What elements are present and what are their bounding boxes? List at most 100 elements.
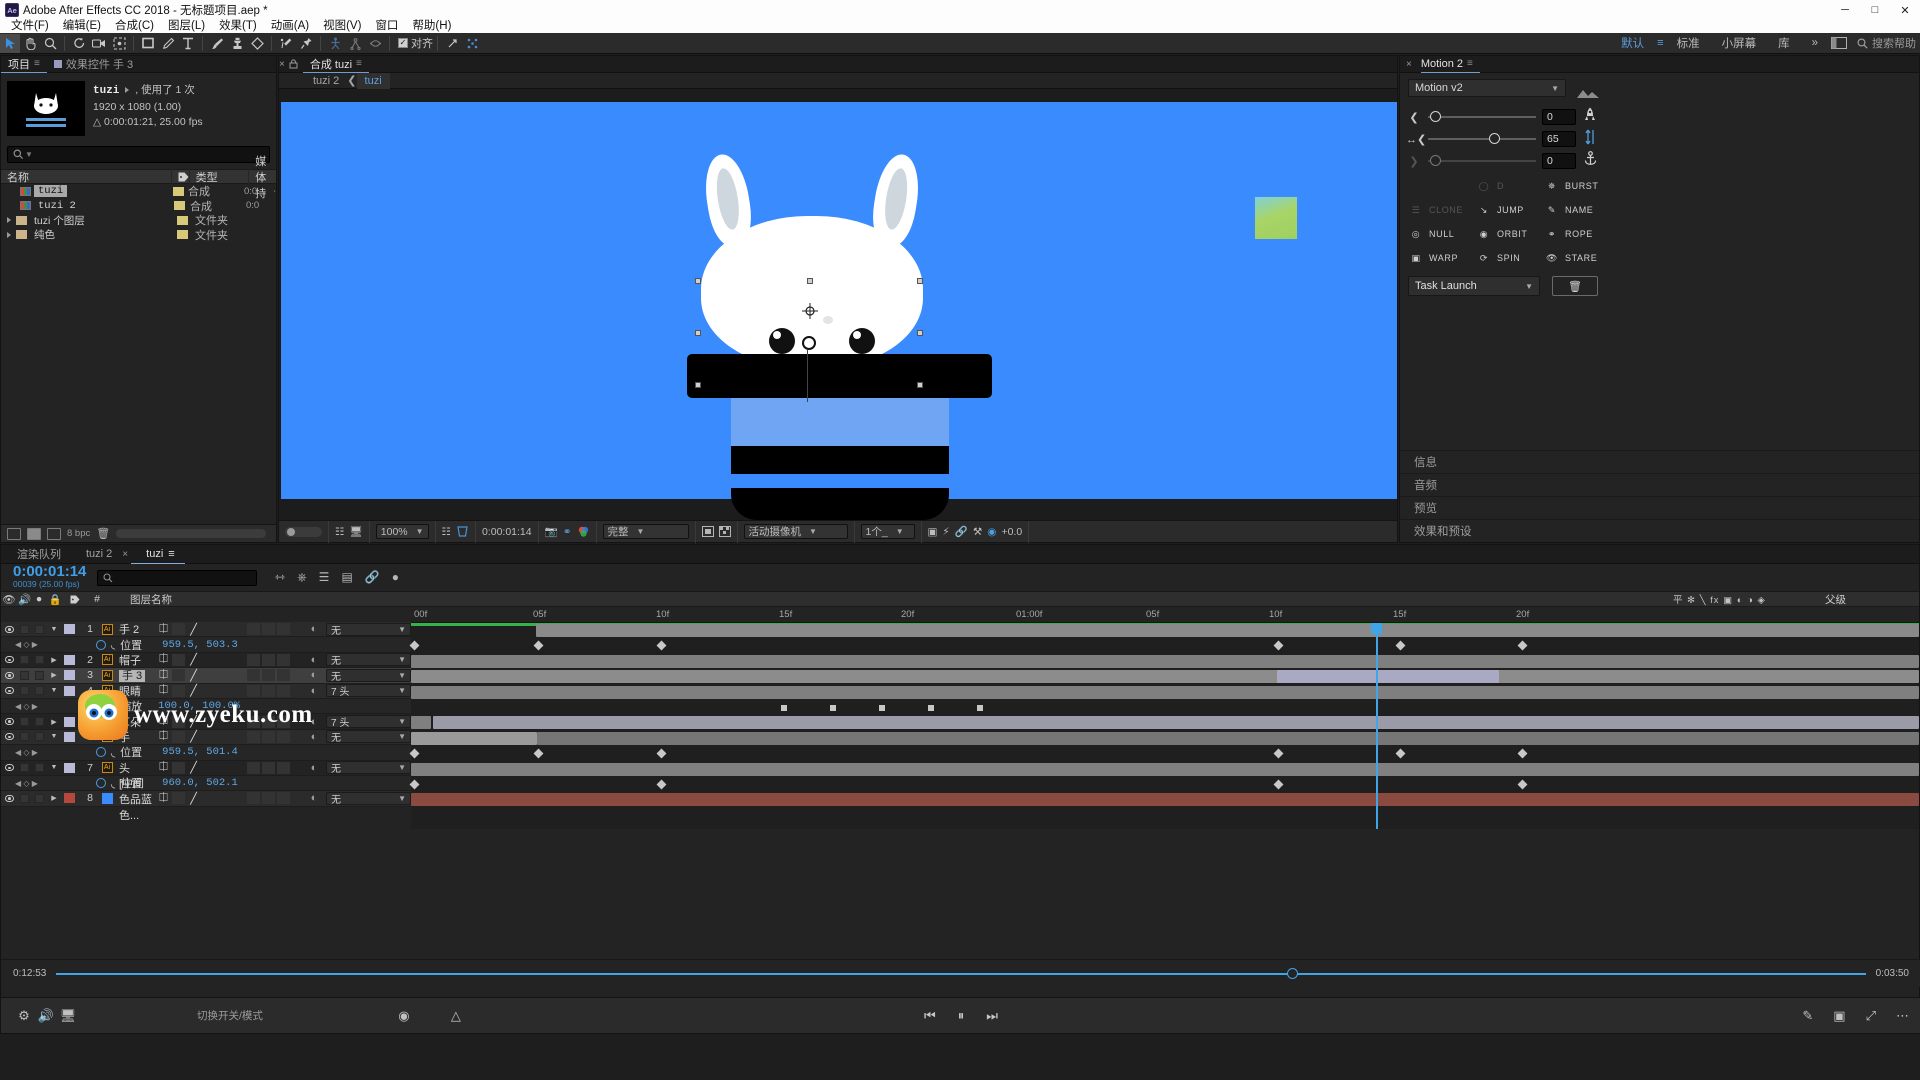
workspace-smallscreen[interactable]: 小屏幕: [1711, 35, 1768, 51]
hide-shy-icon[interactable]: ●: [392, 570, 399, 585]
camera-tool-icon[interactable]: [89, 34, 109, 53]
pause-icon[interactable]: ⏸: [958, 1008, 965, 1024]
link-icon[interactable]: 🔗: [365, 570, 380, 585]
expand-triangle-icon[interactable]: [7, 217, 11, 223]
layer-name[interactable]: 手 2: [115, 621, 152, 637]
camera-select[interactable]: 活动摄像机 ▼: [744, 524, 848, 539]
layer-row-5[interactable]: ▶ 5 Ai 耳朵 ⎅ ╱ ◐ 7 头▼: [1, 714, 411, 729]
time-range-knob[interactable]: [1287, 968, 1298, 979]
more-options-icon[interactable]: ⋯: [1896, 1008, 1909, 1024]
stopwatch-icon[interactable]: [96, 640, 106, 650]
track-row-2[interactable]: [411, 654, 1919, 669]
close-button[interactable]: ✕: [1890, 0, 1920, 20]
menu-effect[interactable]: 效果(T): [212, 19, 264, 33]
col-media[interactable]: 媒体持: [249, 169, 276, 184]
section-info[interactable]: 信息: [1400, 450, 1919, 473]
layer-name[interactable]: 手 3: [115, 667, 152, 683]
selection-handle[interactable]: [807, 278, 813, 284]
quality-icon[interactable]: ╱: [186, 684, 201, 697]
roto-brush-tool-icon[interactable]: [276, 34, 296, 53]
puppet-mesh-b-icon[interactable]: [345, 34, 365, 53]
workspace-layout-icon[interactable]: [1829, 34, 1849, 53]
panel-menu-icon[interactable]: ≡: [356, 58, 362, 69]
keyframe[interactable]: [879, 705, 885, 711]
layer-row-2[interactable]: ▶ 2 Ai 帽子 ⎅ ╱ ◐ 无▼: [1, 653, 411, 668]
transform-icon[interactable]: ⎅: [156, 653, 171, 666]
draft-3d-icon[interactable]: ⎈: [297, 570, 307, 585]
transform-icon[interactable]: ⎅: [156, 730, 171, 743]
region-of-interest-icon[interactable]: [456, 526, 469, 537]
expand-triangle-icon[interactable]: [7, 232, 11, 238]
transform-icon[interactable]: ⎅: [156, 623, 171, 636]
layer-audio-toggle[interactable]: [17, 671, 32, 680]
layer-duration-bar[interactable]: [536, 624, 1919, 637]
puppet-mesh-c-icon[interactable]: [365, 34, 385, 53]
layer-row-3[interactable]: ▶ 3 Ai 手 3 ⎅ ╱ ◐ 无▼: [1, 668, 411, 683]
property-row-position-2[interactable]: ◀ ◇ ▶ ◟ 位置 959.5, 501.4: [1, 745, 411, 760]
col-layer-name[interactable]: 图层名称: [108, 592, 1669, 607]
lock-icon[interactable]: [288, 59, 299, 69]
layer-audio-toggle[interactable]: [17, 717, 32, 726]
parent-pickwhip-icon[interactable]: ◐: [302, 623, 326, 635]
graph-icon[interactable]: ◟: [111, 746, 115, 759]
layer-audio-toggle[interactable]: [17, 794, 32, 803]
project-search-input[interactable]: ▼: [7, 146, 270, 163]
skip-back-icon[interactable]: ⏮: [924, 1008, 936, 1024]
transparency-grid-icon[interactable]: [719, 526, 731, 537]
panel-menu-icon[interactable]: ≡: [34, 58, 40, 69]
layer-label-color[interactable]: [61, 717, 77, 727]
parent-pickwhip-icon[interactable]: ◐: [302, 685, 326, 697]
layer-audio-toggle[interactable]: [17, 655, 32, 664]
keyframe[interactable]: [1518, 641, 1528, 651]
layer-solo-toggle[interactable]: [32, 763, 47, 772]
workspace-library[interactable]: 库: [1767, 35, 1801, 51]
layer-visibility-toggle[interactable]: [1, 764, 17, 771]
graph-editor-icon[interactable]: ▤: [341, 570, 352, 585]
cti-handle[interactable]: [1371, 623, 1382, 634]
selection-handle[interactable]: [917, 330, 923, 336]
property-value[interactable]: 960.0, 502.1: [162, 777, 238, 789]
comp-subtab-tuzi2[interactable]: tuzi 2: [305, 73, 347, 89]
puppet-pin-handle[interactable]: [802, 336, 816, 350]
motion-button-burst[interactable]: ✵BURST: [1544, 174, 1610, 198]
transform-icon[interactable]: ⎅: [156, 761, 171, 774]
section-effects-presets[interactable]: 效果和预设: [1400, 519, 1919, 542]
track-row-7[interactable]: [411, 762, 1919, 777]
keyframe[interactable]: [1396, 641, 1406, 651]
text-tool-icon[interactable]: [178, 34, 198, 53]
layer-duration-bar[interactable]: [411, 793, 1919, 806]
keyframe[interactable]: [657, 749, 667, 759]
layer-row-4[interactable]: ▼ 4 Ai 眼睛 ⎅ ╱ ◐ 7 头▼: [1, 684, 411, 699]
keyframe[interactable]: [410, 780, 420, 790]
parent-select[interactable]: 7 头▼: [326, 684, 411, 697]
task-launch-select[interactable]: Task Launch ▼: [1408, 276, 1540, 296]
brush-tool-icon[interactable]: [207, 34, 227, 53]
parent-select[interactable]: 无▼: [326, 792, 411, 805]
selection-handle[interactable]: [917, 382, 923, 388]
layer-expand-toggle[interactable]: ▶: [47, 794, 61, 802]
comp-marker-icon[interactable]: ▣: [1833, 1008, 1845, 1024]
hand-tool-icon[interactable]: [20, 34, 40, 53]
menu-edit[interactable]: 编辑(E): [56, 19, 108, 33]
slider-value-2[interactable]: 65: [1542, 131, 1576, 147]
tab-render-queue[interactable]: 渲染队列: [7, 545, 71, 564]
layer-duration-bar[interactable]: [411, 670, 1919, 683]
selection-handle[interactable]: [695, 382, 701, 388]
align-checkbox[interactable]: ✓ 对齐: [398, 35, 433, 51]
slider-knob-1[interactable]: [1430, 111, 1441, 122]
workspace-menu-icon[interactable]: ≡: [1655, 37, 1665, 49]
keyframe[interactable]: [781, 705, 787, 711]
close-icon[interactable]: ×: [1406, 59, 1415, 70]
layer-row-7[interactable]: ▼ 7 Ai 头 ⎅ ╱ ◐ 无▼: [1, 761, 411, 776]
task-delete-button[interactable]: 🗑: [1552, 276, 1598, 296]
parent-pickwhip-icon[interactable]: ◐: [302, 716, 326, 728]
eraser-tool-icon[interactable]: [247, 34, 267, 53]
layer-visibility-toggle[interactable]: [1, 687, 17, 694]
property-row-position-3[interactable]: ◀ ◇ ▶ ◟ 位置 960.0, 502.1: [1, 776, 411, 791]
tab-timeline-tuzi2[interactable]: tuzi 2: [71, 545, 122, 564]
motion-button-orbit[interactable]: ◉ORBIT: [1476, 222, 1542, 246]
motion-button-null[interactable]: ◎NULL: [1408, 222, 1474, 246]
maximize-button[interactable]: □: [1860, 0, 1890, 20]
slider-track-1[interactable]: [1428, 116, 1536, 118]
layer-selected-bar[interactable]: [1277, 670, 1499, 683]
